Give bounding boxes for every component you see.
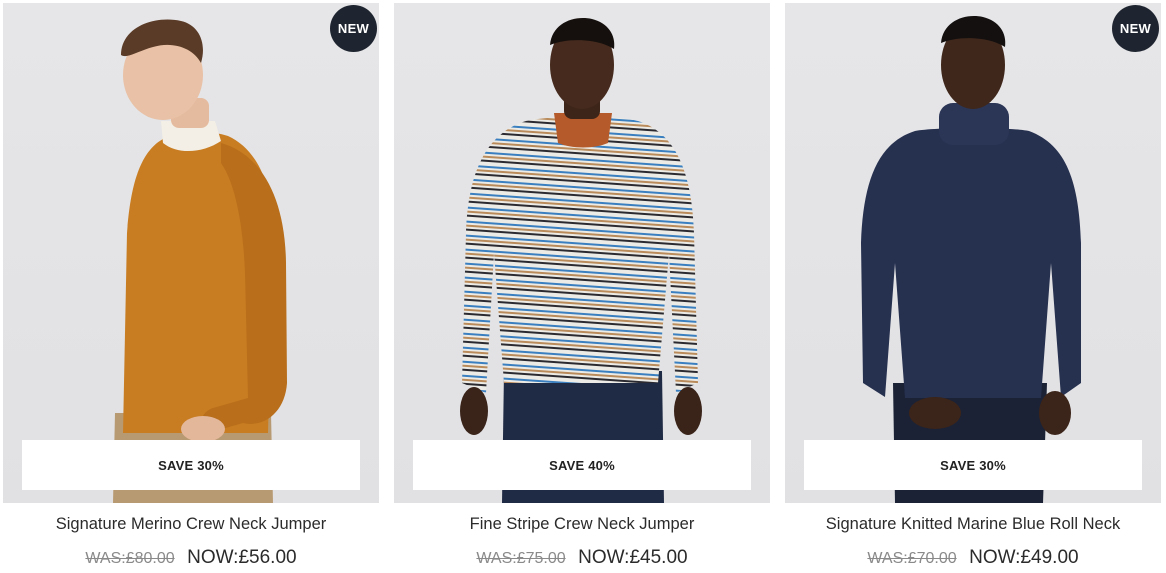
model-photo (861, 16, 1081, 503)
product-image[interactable]: NEW SAVE 30% (785, 3, 1161, 503)
model-photo (113, 19, 287, 503)
was-price: WAS:£80.00 (85, 550, 175, 567)
now-price: NOW:£49.00 (969, 547, 1079, 568)
product-image[interactable]: SAVE 40% (394, 3, 770, 503)
was-price: WAS:£75.00 (476, 550, 566, 567)
price-row: WAS:£75.00 NOW:£45.00 (394, 547, 770, 569)
product-image[interactable]: NEW SAVE 30% (3, 3, 379, 503)
model-photo (460, 18, 702, 503)
product-title[interactable]: Signature Merino Crew Neck Jumper (3, 515, 379, 534)
now-price: NOW:£56.00 (187, 547, 297, 568)
new-badge: NEW (1112, 5, 1159, 52)
product-card[interactable]: NEW SAVE 30% Signature Knitted Marine Bl… (785, 3, 1161, 573)
product-title[interactable]: Signature Knitted Marine Blue Roll Neck (785, 515, 1161, 534)
new-badge: NEW (330, 5, 377, 52)
save-banner: SAVE 30% (22, 440, 360, 490)
price-row: WAS:£80.00 NOW:£56.00 (3, 547, 379, 569)
now-price: NOW:£45.00 (578, 547, 688, 568)
was-price: WAS:£70.00 (867, 550, 957, 567)
product-grid: NEW SAVE 30% Signature Merino Crew Neck … (0, 0, 1166, 573)
save-banner: SAVE 30% (804, 440, 1142, 490)
product-card[interactable]: SAVE 40% Fine Stripe Crew Neck Jumper WA… (394, 3, 770, 573)
price-row: WAS:£70.00 NOW:£49.00 (785, 547, 1161, 569)
product-title[interactable]: Fine Stripe Crew Neck Jumper (394, 515, 770, 534)
product-card[interactable]: NEW SAVE 30% Signature Merino Crew Neck … (3, 3, 379, 573)
save-banner: SAVE 40% (413, 440, 751, 490)
